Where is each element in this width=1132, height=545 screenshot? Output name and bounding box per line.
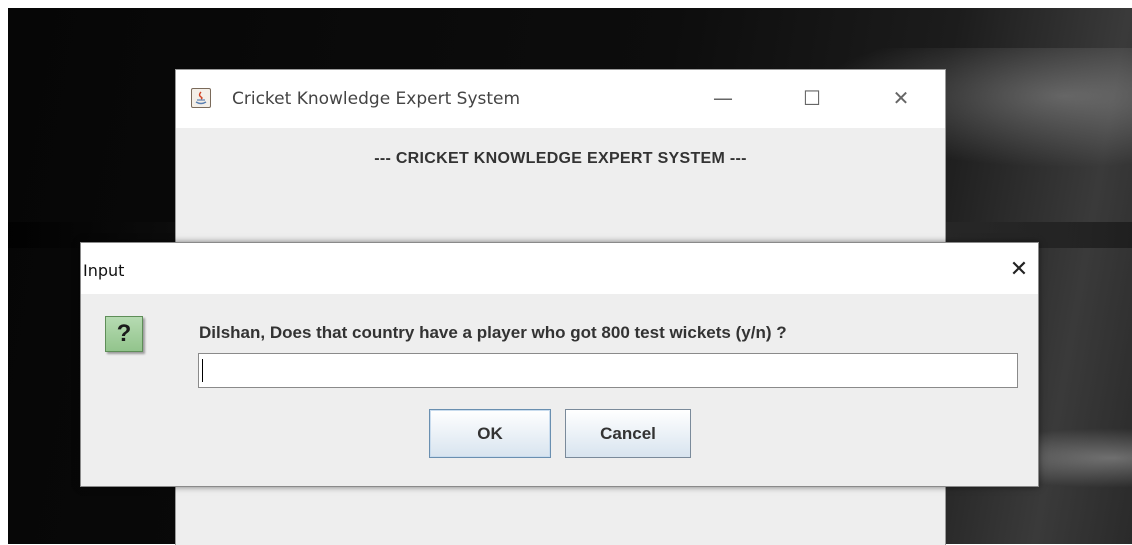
ok-button[interactable]: OK [429,409,551,458]
text-caret [202,359,203,382]
dialog-titlebar[interactable]: Input ✕ [81,243,1038,294]
maximize-button[interactable]: ☐ [797,84,827,112]
dialog-prompt: Dilshan, Does that country have a player… [199,323,787,342]
app-heading: --- CRICKET KNOWLEDGE EXPERT SYSTEM --- [374,150,747,167]
cancel-button[interactable]: Cancel [565,409,691,458]
main-titlebar[interactable]: Cricket Knowledge Expert System — ☐ ✕ [176,70,945,128]
window-title: Cricket Knowledge Expert System [232,89,521,109]
dialog-close-button[interactable]: ✕ [1005,256,1033,284]
input-dialog: Input ✕ ? Dilshan, Does that country hav… [80,242,1039,487]
question-icon: ? [105,316,143,352]
minimize-button[interactable]: — [708,84,738,112]
answer-input[interactable] [198,353,1018,388]
dialog-title: Input [83,261,125,280]
close-button[interactable]: ✕ [886,84,916,112]
java-app-icon [191,88,211,108]
